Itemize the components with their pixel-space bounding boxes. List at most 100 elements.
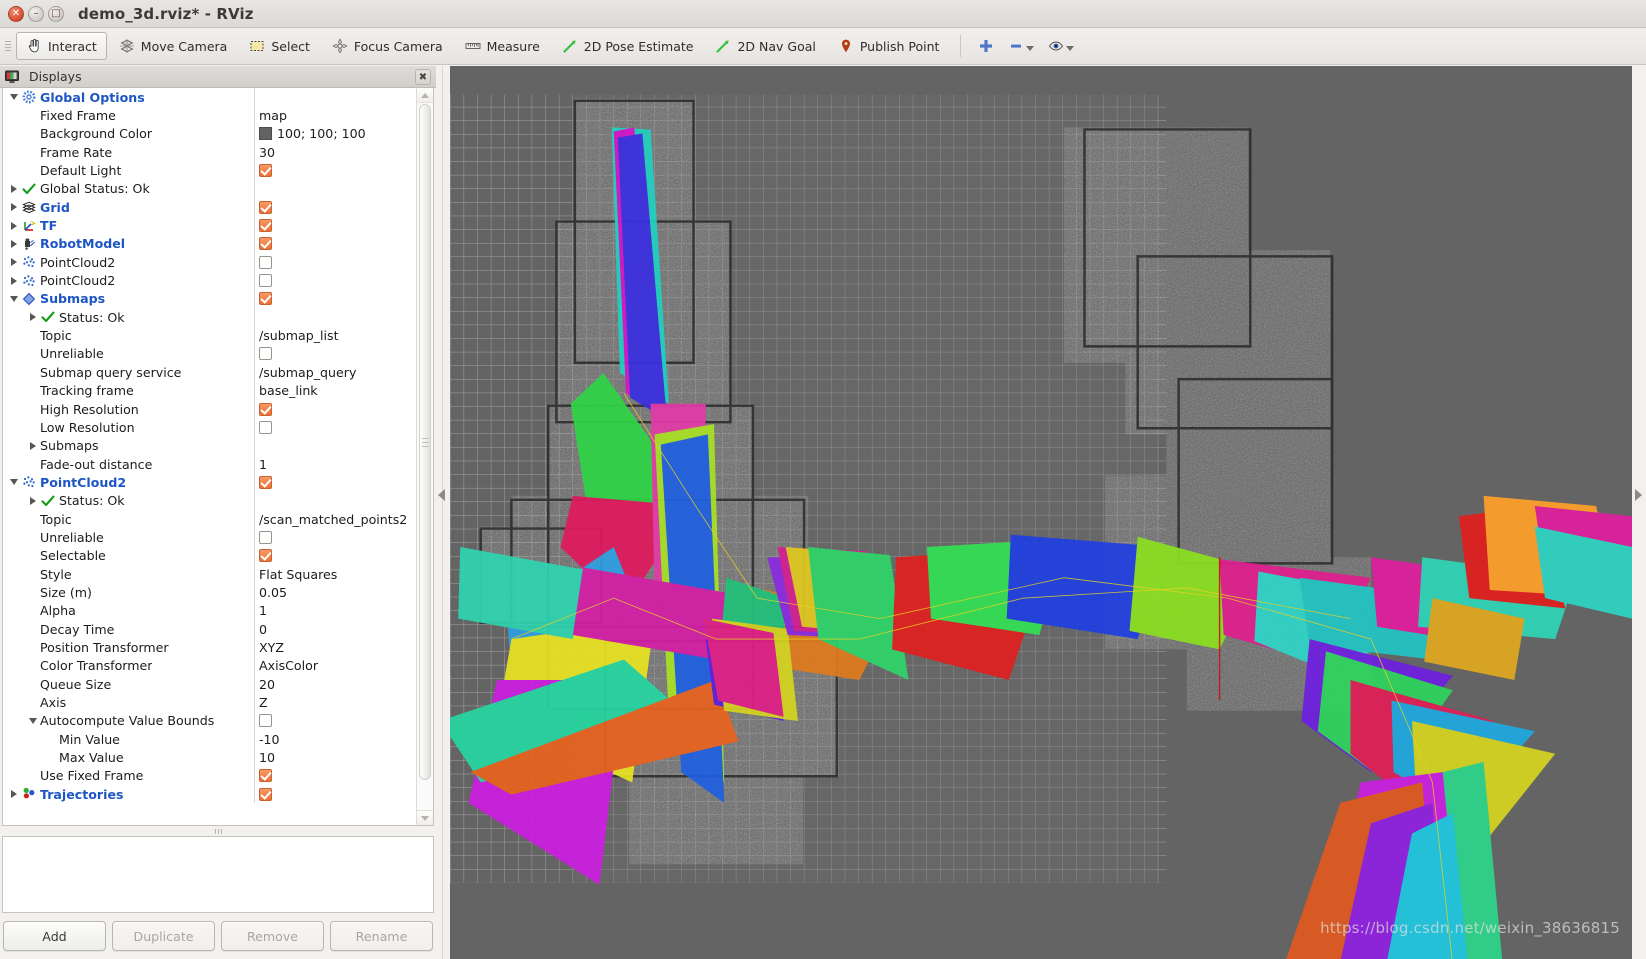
color-swatch[interactable]: [259, 127, 272, 141]
window-minimize-icon[interactable]: –: [28, 5, 44, 22]
display-row-max-value[interactable]: Max Value 10: [3, 748, 416, 767]
tool-select[interactable]: Select: [239, 32, 320, 60]
display-row-value-cell[interactable]: map: [254, 108, 416, 123]
display-enable-checkbox[interactable]: [259, 530, 272, 544]
rename-button[interactable]: Rename: [330, 921, 433, 951]
display-enable-checkbox[interactable]: [259, 255, 272, 269]
display-enable-checkbox[interactable]: [259, 549, 272, 563]
display-row-tracking-frame[interactable]: Tracking frame base_link: [3, 381, 416, 400]
tool-focus-camera[interactable]: Focus Camera: [322, 32, 453, 60]
displays-tree[interactable]: Global Options Fixed Frame map Background C…: [3, 88, 416, 825]
display-row-selectable[interactable]: Selectable: [3, 546, 416, 565]
display-row-grid[interactable]: Grid: [3, 198, 416, 217]
window-maximize-icon[interactable]: □: [48, 5, 64, 22]
display-row-value[interactable]: 1: [259, 457, 267, 472]
display-enable-checkbox[interactable]: [259, 292, 272, 306]
display-row-value-cell[interactable]: XYZ: [254, 640, 416, 655]
collapse-left-arrow-icon[interactable]: [438, 489, 445, 501]
display-row-value[interactable]: -10: [259, 732, 280, 747]
display-row-global-status-ok[interactable]: Global Status: Ok: [3, 179, 416, 199]
display-enable-checkbox[interactable]: [259, 347, 272, 361]
remove-tool-button[interactable]: [1002, 32, 1040, 60]
display-row-unreliable[interactable]: Unreliable: [3, 344, 416, 364]
display-row-value-cell[interactable]: Flat Squares: [254, 567, 416, 582]
display-row-pointcloud2[interactable]: PointCloud2: [3, 271, 416, 290]
display-row-value-cell[interactable]: -10: [254, 732, 416, 747]
display-row-value-cell[interactable]: [254, 769, 416, 783]
display-row-pointcloud2[interactable]: PointCloud2: [3, 253, 416, 272]
add-button[interactable]: Add: [3, 921, 106, 951]
scrollbar-thumb[interactable]: [419, 104, 431, 780]
display-row-submaps[interactable]: Submaps: [3, 436, 416, 455]
chevron-down-icon[interactable]: [26, 717, 40, 724]
display-row-value[interactable]: 0: [259, 622, 267, 637]
display-row-submaps[interactable]: Submaps: [3, 289, 416, 309]
tool-move-camera[interactable]: Move Camera: [109, 32, 238, 60]
display-row-trajectories[interactable]: Trajectories: [3, 785, 416, 804]
display-row-global-options[interactable]: Global Options: [3, 88, 416, 107]
display-row-value-cell[interactable]: [254, 549, 416, 563]
chevron-right-icon[interactable]: [7, 221, 21, 230]
3d-render-viewport[interactable]: https://blog.csdn.net/weixin_38636815: [450, 66, 1632, 959]
display-row-fade-out-distance[interactable]: Fade-out distance 1: [3, 454, 416, 474]
display-row-value-cell[interactable]: [254, 274, 416, 288]
display-row-alpha[interactable]: Alpha 1: [3, 601, 416, 620]
display-row-value[interactable]: /submap_query: [259, 365, 356, 380]
display-row-robotmodel[interactable]: RobotModel: [3, 234, 416, 254]
display-row-fixed-frame[interactable]: Fixed Frame map: [3, 106, 416, 125]
display-row-value-cell[interactable]: [254, 714, 416, 728]
chevron-right-icon[interactable]: [26, 496, 40, 505]
display-row-value[interactable]: AxisColor: [259, 658, 318, 673]
display-row-color-transformer[interactable]: Color Transformer AxisColor: [3, 656, 416, 675]
display-row-decay-time[interactable]: Decay Time 0: [3, 619, 416, 639]
chevron-right-icon[interactable]: [7, 239, 21, 248]
tool-measure[interactable]: Measure: [455, 32, 550, 60]
display-row-value[interactable]: 30: [259, 145, 275, 160]
display-row-value[interactable]: 10: [259, 750, 275, 765]
display-row-value-cell[interactable]: [254, 475, 416, 489]
display-row-value-cell[interactable]: [254, 347, 416, 361]
display-enable-checkbox[interactable]: [259, 769, 272, 783]
scroll-up-button[interactable]: [417, 88, 433, 103]
chevron-down-icon[interactable]: [7, 479, 21, 486]
display-row-use-fixed-frame[interactable]: Use Fixed Frame: [3, 766, 416, 786]
display-row-topic[interactable]: Topic/scan_matched_points2: [3, 509, 416, 529]
display-row-value[interactable]: /submap_list: [259, 328, 339, 343]
remove-button[interactable]: Remove: [221, 921, 324, 951]
display-row-value-cell[interactable]: /scan_matched_points2: [254, 512, 416, 527]
display-row-value-cell[interactable]: [254, 237, 416, 251]
display-row-value[interactable]: 0.05: [259, 585, 287, 600]
chevron-down-icon[interactable]: [7, 94, 21, 101]
display-row-unreliable[interactable]: Unreliable: [3, 528, 416, 547]
chevron-right-icon[interactable]: [26, 441, 40, 450]
display-row-high-resolution[interactable]: High Resolution: [3, 399, 416, 419]
display-enable-checkbox[interactable]: [259, 787, 272, 801]
display-enable-checkbox[interactable]: [259, 200, 272, 214]
display-row-value-cell[interactable]: AxisColor: [254, 658, 416, 673]
display-enable-checkbox[interactable]: [259, 475, 272, 489]
expand-right-arrow-icon[interactable]: [1635, 489, 1642, 501]
dock-vertical-splitter[interactable]: [436, 66, 450, 959]
display-row-status-ok[interactable]: Status: Ok: [3, 491, 416, 510]
display-enable-checkbox[interactable]: [259, 219, 272, 233]
display-row-queue-size[interactable]: Queue Size 20: [3, 675, 416, 694]
display-enable-checkbox[interactable]: [259, 402, 272, 416]
display-row-tf[interactable]: TF: [3, 216, 416, 235]
display-row-value-cell[interactable]: 1: [254, 603, 416, 618]
display-enable-checkbox[interactable]: [259, 420, 272, 434]
display-row-submap-query-service[interactable]: Submap query service/submap_query: [3, 363, 416, 382]
tool-interact[interactable]: Interact: [16, 32, 107, 60]
chevron-right-icon[interactable]: [7, 203, 21, 212]
display-row-value-cell[interactable]: [254, 164, 416, 178]
display-row-autocompute-value-bounds[interactable]: Autocompute Value Bounds: [3, 711, 416, 731]
window-close-icon[interactable]: ✕: [8, 5, 24, 22]
toolbar-drag-handle[interactable]: [4, 35, 12, 57]
dock-horizontal-splitter[interactable]: [2, 826, 434, 836]
display-row-value[interactable]: base_link: [259, 383, 318, 398]
display-row-value[interactable]: XYZ: [259, 640, 284, 655]
add-tool-button[interactable]: [972, 32, 1000, 60]
display-row-value-cell[interactable]: [254, 255, 416, 269]
display-row-value[interactable]: Z: [259, 695, 268, 710]
display-row-value[interactable]: /scan_matched_points2: [259, 512, 407, 527]
display-row-size-m[interactable]: Size (m) 0.05: [3, 583, 416, 602]
